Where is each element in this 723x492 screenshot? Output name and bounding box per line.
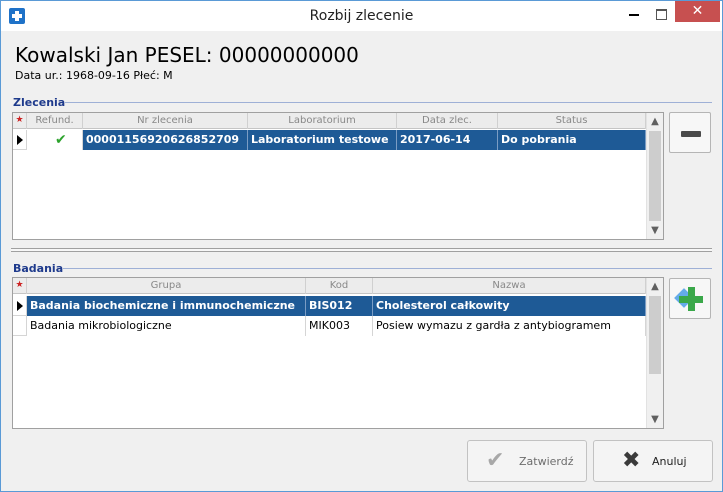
star-icon: ★ bbox=[13, 278, 27, 294]
table-row[interactable]: ✔ 00001156920626852709 Laboratorium test… bbox=[13, 130, 646, 150]
patient-info: Data ur.: 1968-09-16 Płeć: M bbox=[15, 69, 173, 82]
status-cell[interactable]: Do pobrania bbox=[498, 130, 646, 150]
col-order-date[interactable]: Data zlec. bbox=[397, 113, 498, 129]
col-group[interactable]: Grupa bbox=[27, 278, 306, 294]
col-order-number[interactable]: Nr zlecenia bbox=[83, 113, 248, 129]
refund-cell[interactable]: ✔ bbox=[27, 130, 83, 150]
orders-grid: ★ Refund. Nr zlecenia Laboratorium Data … bbox=[12, 112, 664, 240]
group-cell[interactable]: Badania biochemiczne i immunochemiczne bbox=[27, 296, 306, 316]
maximize-icon[interactable] bbox=[648, 4, 674, 24]
remove-button[interactable] bbox=[669, 112, 711, 153]
scroll-thumb[interactable] bbox=[649, 131, 661, 221]
star-icon: ★ bbox=[13, 113, 27, 129]
tests-section-label: Badania bbox=[13, 262, 64, 275]
orders-scrollbar[interactable]: ▲ ▼ bbox=[646, 113, 663, 239]
orders-section-label: Zlecenia bbox=[13, 96, 66, 109]
table-row[interactable]: Badania biochemiczne i immunochemiczne B… bbox=[13, 296, 646, 316]
cancel-button[interactable]: ✖ Anuluj bbox=[593, 440, 713, 482]
name-cell[interactable]: Cholesterol całkowity bbox=[373, 296, 646, 316]
row-indicator bbox=[13, 296, 27, 316]
dialog-window: Rozbij zlecenie ✕ Kowalski Jan PESEL: 00… bbox=[0, 0, 723, 492]
add-button[interactable] bbox=[669, 278, 711, 319]
tests-grid: ★ Grupa Kod Nazwa Badania biochemiczne i… bbox=[12, 277, 664, 429]
orders-grid-header: ★ Refund. Nr zlecenia Laboratorium Data … bbox=[13, 113, 646, 129]
minimize-icon[interactable] bbox=[621, 4, 647, 24]
checkmark-icon: ✔ bbox=[55, 132, 67, 148]
col-name[interactable]: Nazwa bbox=[373, 278, 646, 294]
scroll-thumb[interactable] bbox=[649, 296, 661, 374]
add-green-plus-icon bbox=[674, 287, 703, 311]
scroll-down-icon[interactable]: ▼ bbox=[647, 411, 663, 428]
table-row[interactable]: Badania mikrobiologiczne MIK003 Posiew w… bbox=[13, 316, 646, 336]
tests-scrollbar[interactable]: ▲ ▼ bbox=[646, 278, 663, 428]
row-pointer-icon bbox=[17, 301, 23, 311]
close-icon: ✕ bbox=[691, 3, 704, 19]
group-cell[interactable]: Badania mikrobiologiczne bbox=[27, 316, 306, 336]
row-pointer-icon bbox=[17, 135, 23, 145]
col-laboratory[interactable]: Laboratorium bbox=[248, 113, 397, 129]
tests-grid-header: ★ Grupa Kod Nazwa bbox=[13, 278, 646, 294]
order-number-cell[interactable]: 00001156920626852709 bbox=[83, 130, 248, 150]
scroll-up-icon[interactable]: ▲ bbox=[647, 113, 663, 130]
checkmark-icon: ✔ bbox=[486, 448, 505, 473]
orders-section-line bbox=[65, 102, 712, 103]
order-date-cell[interactable]: 2017-06-14 bbox=[397, 130, 498, 150]
title-bar: Rozbij zlecenie ✕ bbox=[1, 1, 722, 31]
confirm-button-label: Zatwierdź bbox=[519, 455, 574, 468]
x-icon: ✖ bbox=[622, 448, 641, 473]
name-cell[interactable]: Posiew wymazu z gardła z antybiogramem bbox=[373, 316, 646, 336]
col-status[interactable]: Status bbox=[498, 113, 646, 129]
code-cell[interactable]: BIS012 bbox=[306, 296, 373, 316]
scroll-down-icon[interactable]: ▼ bbox=[647, 222, 663, 239]
laboratory-cell[interactable]: Laboratorium testowe bbox=[248, 130, 397, 150]
close-button[interactable]: ✕ bbox=[675, 1, 720, 22]
col-code[interactable]: Kod bbox=[306, 278, 373, 294]
code-cell[interactable]: MIK003 bbox=[306, 316, 373, 336]
cancel-button-label: Anuluj bbox=[652, 455, 687, 468]
minus-icon bbox=[681, 131, 701, 137]
row-indicator bbox=[13, 130, 27, 150]
scroll-up-icon[interactable]: ▲ bbox=[647, 278, 663, 295]
splitter[interactable] bbox=[11, 248, 712, 252]
row-indicator bbox=[13, 316, 27, 336]
confirm-button[interactable]: ✔ Zatwierdź bbox=[467, 440, 587, 482]
tests-section-line bbox=[63, 268, 712, 269]
window-title: Rozbij zlecenie bbox=[309, 8, 414, 24]
patient-name: Kowalski Jan PESEL: 00000000000 bbox=[15, 43, 359, 67]
col-refund[interactable]: Refund. bbox=[27, 113, 83, 129]
